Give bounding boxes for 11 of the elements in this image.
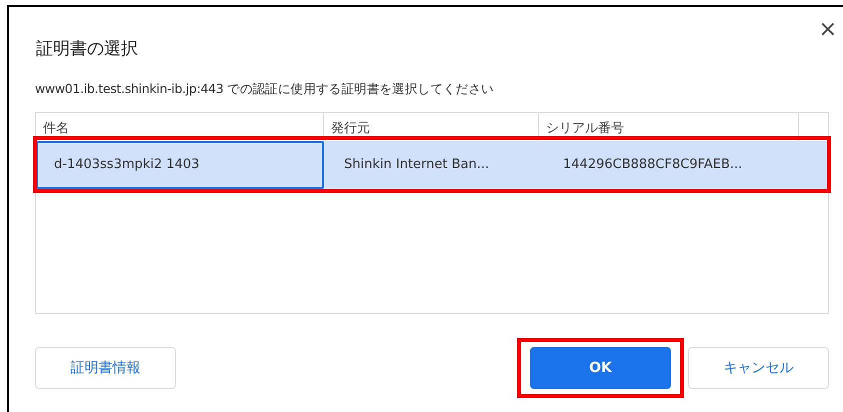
dialog-message: www01.ib.test.shinkin-ib.jp:443 での認証に使用する証明書を選択してください (35, 80, 494, 98)
column-header[interactable]: 件名 (36, 113, 324, 141)
table-cell-text: 144296CB888CF8C9FAEB... (562, 156, 744, 174)
dialog-title: 証明書の選択 (36, 38, 138, 61)
cancel-button[interactable]: キャンセル (688, 347, 829, 389)
certificate-row[interactable]: d-1403ss3mpki2 1403 Shinkin Internet Ban... 144296CB888CF8C9FAEB... (36, 141, 828, 189)
certificate-info-button[interactable]: 証明書情報 (35, 347, 176, 389)
ok-button[interactable]: OK (530, 347, 671, 389)
table-cell: d-1403ss3mpki2 1403 (36, 141, 324, 189)
close-button[interactable]: × (818, 19, 837, 41)
table-cell-text: Shinkin Internet Ban... (343, 156, 490, 174)
